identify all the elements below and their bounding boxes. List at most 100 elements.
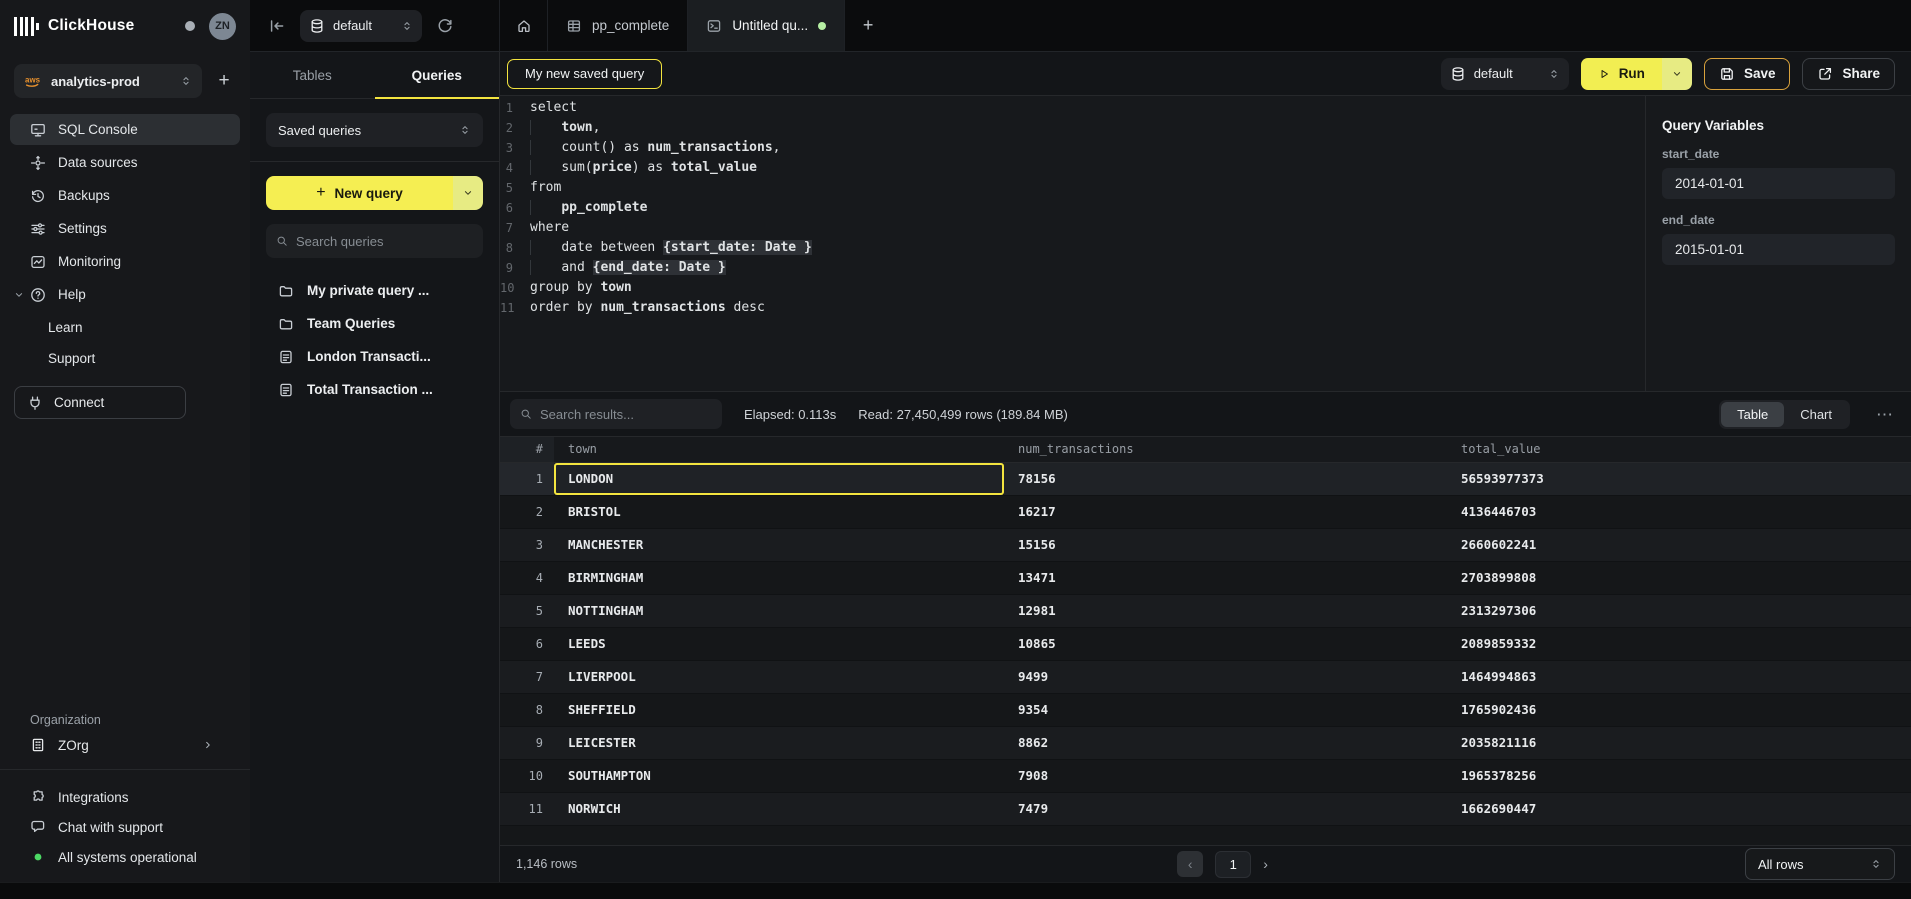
cell[interactable]: BRISTOL [554, 495, 1004, 528]
cell[interactable]: 7908 [1004, 759, 1447, 792]
view-chart-button[interactable]: Chart [1784, 402, 1848, 427]
cell[interactable]: LEICESTER [554, 726, 1004, 759]
cell[interactable]: 1464994863 [1447, 660, 1911, 693]
cell[interactable]: 16217 [1004, 495, 1447, 528]
cell[interactable]: 78156 [1004, 462, 1447, 495]
cell[interactable]: NORWICH [554, 792, 1004, 825]
database-select-top[interactable]: default [300, 10, 422, 42]
search-queries-box[interactable] [266, 224, 483, 258]
cell[interactable]: 2035821116 [1447, 726, 1911, 759]
cell[interactable]: MANCHESTER [554, 528, 1004, 561]
cell[interactable]: 2089859332 [1447, 627, 1911, 660]
run-button[interactable]: Run [1581, 58, 1662, 90]
current-page[interactable]: 1 [1215, 851, 1251, 878]
cell[interactable]: 9499 [1004, 660, 1447, 693]
saved-query-item-my-private-query[interactable]: My private query ... [266, 274, 483, 307]
connect-button[interactable]: Connect [14, 386, 186, 419]
cell[interactable]: 2313297306 [1447, 594, 1911, 627]
saved-query-item-team-queries[interactable]: Team Queries [266, 307, 483, 340]
cell[interactable]: 1965378256 [1447, 759, 1911, 792]
row-number: 2 [500, 495, 554, 528]
footer-item-all-systems-operational[interactable]: All systems operational [0, 842, 250, 872]
view-table-button[interactable]: Table [1721, 402, 1784, 427]
tab-tables[interactable]: Tables [250, 52, 375, 98]
sidebar-item-backups[interactable]: Backups [10, 180, 240, 211]
sidebar-subitem-support[interactable]: Support [10, 343, 240, 374]
cell[interactable]: BIRMINGHAM [554, 561, 1004, 594]
cell[interactable]: 1662690447 [1447, 792, 1911, 825]
cell[interactable]: LONDON [554, 462, 1004, 495]
previous-page-button[interactable]: ‹ [1177, 851, 1203, 877]
sidebar-item-help[interactable]: Help [10, 279, 240, 310]
workspace-select[interactable]: aws analytics-prod [14, 64, 202, 98]
footer-item-chat-with-support[interactable]: Chat with support [0, 812, 250, 842]
cell[interactable]: 56593977373 [1447, 462, 1911, 495]
save-button[interactable]: Save [1704, 58, 1791, 90]
cell[interactable]: 13471 [1004, 561, 1447, 594]
cell[interactable]: 8862 [1004, 726, 1447, 759]
refresh-icon[interactable] [436, 17, 454, 35]
column-header-town[interactable]: town [554, 437, 1004, 462]
share-button[interactable]: Share [1802, 58, 1895, 90]
search-results-box[interactable] [510, 399, 722, 429]
organization-switcher[interactable]: ZOrg [0, 737, 250, 769]
cell[interactable]: 15156 [1004, 528, 1447, 561]
tab-pp-complete[interactable]: pp_complete [548, 0, 688, 51]
sidebar-item-label: Data sources [58, 155, 138, 170]
line-number: 8 [500, 238, 530, 258]
home-button[interactable] [500, 0, 548, 51]
next-page-button[interactable]: › [1263, 856, 1268, 872]
table-row: 3MANCHESTER151562660602241 [500, 528, 1911, 561]
cell[interactable]: 10865 [1004, 627, 1447, 660]
console-icon [30, 122, 46, 138]
sidebar-item-settings[interactable]: Settings [10, 213, 240, 244]
variable-input-start-date[interactable] [1662, 168, 1895, 199]
cell[interactable]: SOUTHAMPTON [554, 759, 1004, 792]
column-header-total-value[interactable]: total_value [1447, 437, 1911, 462]
saved-queries-select[interactable]: Saved queries [266, 113, 483, 147]
saved-query-item-total-transaction[interactable]: Total Transaction ... [266, 373, 483, 406]
code-line: 4 sum(price) as total_value [500, 158, 1645, 178]
cell[interactable]: 7479 [1004, 792, 1447, 825]
tab-untitled-qu[interactable]: Untitled qu... [688, 0, 845, 51]
footer-item-integrations[interactable]: Integrations [0, 782, 250, 812]
page-size-select[interactable]: All rows [1745, 848, 1895, 880]
avatar[interactable]: ZN [209, 13, 236, 40]
new-query-main[interactable]: +New query [266, 176, 453, 210]
new-query-dropdown[interactable] [453, 176, 483, 210]
more-options-button[interactable]: ⋯ [1872, 406, 1897, 423]
organization-name: ZOrg [58, 738, 89, 753]
sidebar-item-data-sources[interactable]: Data sources [10, 147, 240, 178]
new-query-button[interactable]: +New query [266, 176, 483, 210]
run-options-button[interactable] [1662, 58, 1692, 90]
tab-queries[interactable]: Queries [375, 52, 500, 98]
cell[interactable]: LEEDS [554, 627, 1004, 660]
sql-editor[interactable]: 1select2 town,3 count() as num_transacti… [500, 96, 1645, 391]
saved-query-tab[interactable]: My new saved query [507, 59, 662, 89]
cell[interactable]: 2703899808 [1447, 561, 1911, 594]
notification-dot-icon[interactable] [185, 21, 195, 31]
collapse-sidebar-button[interactable] [268, 17, 286, 35]
cell[interactable]: SHEFFIELD [554, 693, 1004, 726]
cell[interactable]: 4136446703 [1447, 495, 1911, 528]
cell[interactable]: LIVERPOOL [554, 660, 1004, 693]
variable-input-end-date[interactable] [1662, 234, 1895, 265]
new-tab-button[interactable]: + [845, 0, 891, 51]
run-label: Run [1619, 66, 1645, 81]
search-queries-input[interactable] [296, 234, 473, 249]
cell[interactable]: 12981 [1004, 594, 1447, 627]
sidebar-item-sql-console[interactable]: SQL Console [10, 114, 240, 145]
sidebar-item-monitoring[interactable]: Monitoring [10, 246, 240, 277]
building-icon [30, 737, 46, 753]
add-service-button[interactable]: + [212, 69, 236, 93]
search-results-input[interactable] [540, 407, 712, 422]
saved-query-item-london-transacti[interactable]: London Transacti... [266, 340, 483, 373]
cell[interactable]: 2660602241 [1447, 528, 1911, 561]
cell[interactable]: 1765902436 [1447, 693, 1911, 726]
column-header-num-transactions[interactable]: num_transactions [1004, 437, 1447, 462]
cell[interactable]: 9354 [1004, 693, 1447, 726]
sidebar-subitem-learn[interactable]: Learn [10, 312, 240, 343]
cell[interactable]: NOTTINGHAM [554, 594, 1004, 627]
database-select-editor[interactable]: default [1441, 58, 1569, 90]
column-header-index[interactable]: # [500, 437, 554, 462]
